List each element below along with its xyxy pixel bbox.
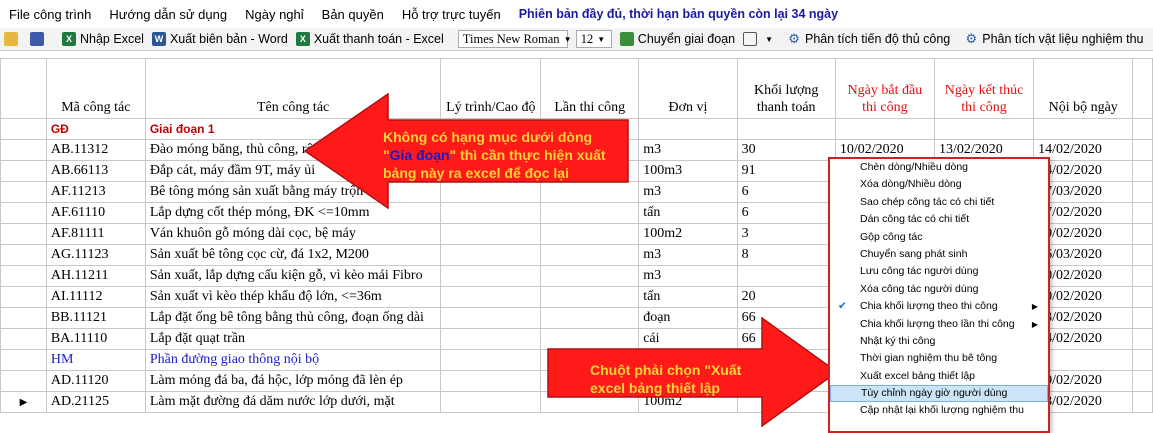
callout-top-highlight: Gia đoạn [389,147,450,163]
context-menu-item-label: Chia khối lượng theo thi công [860,300,998,313]
context-menu-item-label: Sao chép công tác có chi tiết [860,195,995,208]
context-menu-item-label: Cập nhật lại khối lượng nghiệm thu [860,404,1024,417]
context-menu-item-label: Chuyển sang phát sinh [860,247,968,260]
context-menu-item[interactable]: Dán công tác có chi tiết [830,211,1048,228]
callout-top-line3: bảng này ra excel để đọc lại [383,165,569,181]
context-menu-item-label: Tùy chỉnh ngày giờ người dùng [861,387,1008,400]
context-menu-item-label: Xóa công tác người dùng [860,282,979,295]
callout-top-line1: Không có hạng mục dưới dòng [383,129,593,145]
context-menu-item[interactable]: Gộp công tác [830,229,1048,246]
context-menu-item-label: Dán công tác có chi tiết [860,213,970,226]
context-menu-item-label: Thời gian nghiệm thu bê tông [860,352,998,365]
context-menu-item-label: Nhật ký thi công [860,334,936,347]
context-menu-item[interactable]: Chèn dòng/Nhiều dòng [830,159,1048,176]
context-menu-item[interactable]: Cập nhật lại khối lượng nghiệm thu [830,402,1048,419]
context-menu-item[interactable]: Chuyển sang phát sinh [830,246,1048,263]
context-menu-item-label: Gộp công tác [860,230,923,243]
callout-top-line2: " thì cần thực hiện xuất [449,147,606,163]
callout-bottom-line1: Chuột phải chọn "Xuất [590,362,742,378]
context-menu-item-label: Chia khối lượng theo lần thi công [860,317,1015,330]
context-menu-item-label: Xuất excel bảng thiết lập [860,369,975,382]
chevron-right-icon: ▶ [1031,319,1038,329]
callout-bottom: Chuột phải chọn "Xuất excel bảng thiết l… [590,361,741,397]
context-menu-item[interactable]: Xuất excel bảng thiết lập [830,368,1048,385]
context-menu-item-label: Lưu công tác người dùng [860,265,979,278]
check-icon: ✔ [838,300,847,313]
context-menu-item[interactable]: Nhật ký thi công [830,333,1048,350]
context-menu-item[interactable]: Thời gian nghiệm thu bê tông [830,350,1048,367]
callout-top-quote: " [383,147,390,163]
context-menu-item[interactable]: Xóa dòng/Nhiều dòng [830,176,1048,193]
chevron-right-icon: ▶ [1031,302,1038,312]
context-menu-item-label: Xóa dòng/Nhiều dòng [860,178,962,191]
context-menu-item[interactable]: Tùy chỉnh ngày giờ người dùng [830,385,1048,403]
context-menu-item[interactable]: Xóa công tác người dùng [830,281,1048,298]
callout-bottom-line2: excel bảng thiết lập [590,380,720,396]
context-menu-item[interactable]: Chia khối lượng theo thi công ✔ ▶ [830,298,1048,315]
context-menu-item[interactable]: Chia khối lượng theo lần thi công ▶ [830,316,1048,333]
context-menu-item[interactable]: Lưu công tác người dùng [830,263,1048,280]
callout-top: Không có hạng mục dưới dòng "Gia đoạn" t… [383,128,606,182]
context-menu-item-label: Chèn dòng/Nhiều dòng [860,161,969,173]
context-menu-item[interactable]: Sao chép công tác có chi tiết [830,194,1048,211]
context-menu: Chèn dòng/Nhiều dòng Xóa dòng/Nhiều dòng S… [828,157,1050,433]
